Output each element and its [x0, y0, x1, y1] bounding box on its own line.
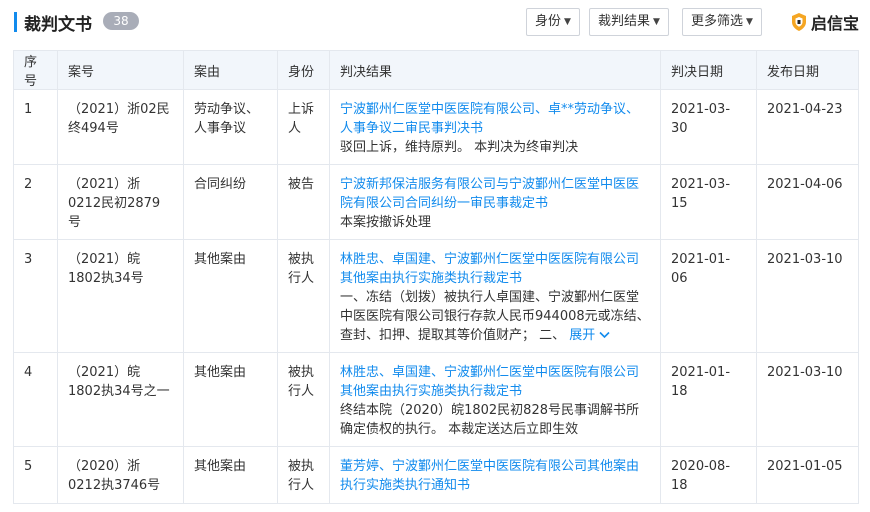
- cell-publish-date: 2021-01-05: [756, 446, 859, 504]
- filter-role-button[interactable]: 身份 ▼: [526, 8, 580, 36]
- result-desc: 本案按撤诉处理: [340, 215, 432, 230]
- cell-seq: 1: [13, 89, 58, 165]
- col-header-publish-date: 发布日期: [756, 50, 859, 90]
- shield-icon: [792, 13, 806, 31]
- result-title-link[interactable]: 董芳婷、宁波鄞州仁医堂中医医院有限公司其他案由执行实施类执行通知书: [340, 457, 650, 495]
- chevron-down-icon: [599, 331, 611, 339]
- cell-role: 被执行人: [277, 352, 330, 447]
- col-header-judgment-date: 判决日期: [660, 50, 757, 90]
- cell-judgment-date: 2020-08-18: [660, 446, 757, 504]
- cell-result: 宁波新邦保洁服务有限公司与宁波鄞州仁医堂中医医院有限公司合同纠纷一审民事裁定书 …: [329, 164, 661, 240]
- col-header-result: 判决结果: [329, 50, 661, 90]
- cell-cause: 其他案由: [183, 446, 278, 504]
- cell-seq: 2: [13, 164, 58, 240]
- expand-link[interactable]: 展开: [569, 328, 611, 343]
- cell-judgment-date: 2021-01-06: [660, 239, 757, 353]
- cell-result: 宁波鄞州仁医堂中医医院有限公司、卓**劳动争议、人事争议二审民事判决书 驳回上诉…: [329, 89, 661, 165]
- filter-more-button[interactable]: 更多筛选 ▼: [682, 8, 762, 36]
- cell-case-no: （2021）皖1802执34号: [57, 239, 184, 353]
- cell-case-no: （2020）浙0212执3746号: [57, 446, 184, 504]
- table-row: 3 （2021）皖1802执34号 其他案由 被执行人 林胜忠、卓国建、宁波鄞州…: [13, 239, 859, 353]
- cell-result: 林胜忠、卓国建、宁波鄞州仁医堂中医医院有限公司其他案由执行实施类执行裁定书 一、…: [329, 239, 661, 353]
- table-row: 4 （2021）皖1802执34号之一 其他案由 被执行人 林胜忠、卓国建、宁波…: [13, 352, 859, 447]
- cell-judgment-date: 2021-03-15: [660, 164, 757, 240]
- cell-seq: 5: [13, 446, 58, 504]
- table-row: 2 （2021）浙0212民初2879号 合同纠纷 被告 宁波新邦保洁服务有限公…: [13, 164, 859, 240]
- caret-down-icon: ▼: [653, 17, 660, 27]
- cell-judgment-date: 2021-01-18: [660, 352, 757, 447]
- table-row: 5 （2020）浙0212执3746号 其他案由 被执行人 董芳婷、宁波鄞州仁医…: [13, 446, 859, 504]
- cell-publish-date: 2021-03-10: [756, 352, 859, 447]
- cell-seq: 3: [13, 239, 58, 353]
- judgment-table: 序号 案号 案由 身份 判决结果 判决日期 发布日期 1 （2021）浙02民终…: [13, 50, 859, 504]
- brand-logo: 启信宝: [790, 10, 859, 34]
- cell-cause: 其他案由: [183, 352, 278, 447]
- cell-case-no: （2021）皖1802执34号之一: [57, 352, 184, 447]
- filter-result-button[interactable]: 裁判结果 ▼: [589, 8, 669, 36]
- caret-down-icon: ▼: [564, 17, 571, 27]
- cell-publish-date: 2021-04-23: [756, 89, 859, 165]
- cell-role: 被执行人: [277, 239, 330, 353]
- cell-role: 被执行人: [277, 446, 330, 504]
- cell-case-no: （2021）浙0212民初2879号: [57, 164, 184, 240]
- filter-more-label: 更多筛选: [691, 14, 744, 29]
- col-header-role: 身份: [277, 50, 330, 90]
- col-header-case-no: 案号: [57, 50, 184, 90]
- expand-label: 展开: [569, 328, 596, 343]
- cell-judgment-date: 2021-03-30: [660, 89, 757, 165]
- filter-role-label: 身份: [535, 14, 562, 29]
- result-title-link[interactable]: 林胜忠、卓国建、宁波鄞州仁医堂中医医院有限公司其他案由执行实施类执行裁定书: [340, 363, 650, 401]
- title-accent-bar: [14, 12, 17, 32]
- cell-result: 董芳婷、宁波鄞州仁医堂中医医院有限公司其他案由执行实施类执行通知书: [329, 446, 661, 504]
- cell-case-no: （2021）浙02民终494号: [57, 89, 184, 165]
- cell-publish-date: 2021-03-10: [756, 239, 859, 353]
- count-badge: 38: [103, 12, 139, 30]
- col-header-cause: 案由: [183, 50, 278, 90]
- cell-cause: 合同纠纷: [183, 164, 278, 240]
- section-title: 裁判文书: [24, 15, 92, 35]
- cell-cause: 其他案由: [183, 239, 278, 353]
- cell-cause: 劳动争议、人事争议: [183, 89, 278, 165]
- table-row: 1 （2021）浙02民终494号 劳动争议、人事争议 上诉人 宁波鄞州仁医堂中…: [13, 89, 859, 165]
- cell-publish-date: 2021-04-06: [756, 164, 859, 240]
- caret-down-icon: ▼: [746, 17, 753, 27]
- cell-result: 林胜忠、卓国建、宁波鄞州仁医堂中医医院有限公司其他案由执行实施类执行裁定书 终结…: [329, 352, 661, 447]
- brand-name: 启信宝: [811, 14, 860, 33]
- result-desc: 一、冻结（划拨）被执行人卓国建、宁波鄞州仁医堂中医医院有限公司银行存款人民币94…: [340, 288, 650, 345]
- cell-role: 被告: [277, 164, 330, 240]
- result-desc: 驳回上诉，维持原判。 本判决为终审判决: [340, 140, 579, 155]
- table-header-row: 序号 案号 案由 身份 判决结果 判决日期 发布日期: [13, 50, 859, 90]
- result-title-link[interactable]: 宁波新邦保洁服务有限公司与宁波鄞州仁医堂中医医院有限公司合同纠纷一审民事裁定书: [340, 175, 650, 213]
- cell-role: 上诉人: [277, 89, 330, 165]
- col-header-seq: 序号: [13, 50, 58, 90]
- result-title-link[interactable]: 林胜忠、卓国建、宁波鄞州仁医堂中医医院有限公司其他案由执行实施类执行裁定书: [340, 250, 650, 288]
- result-desc: 终结本院（2020）皖1802民初828号民事调解书所确定债权的执行。 本裁定送…: [340, 403, 639, 437]
- filter-result-label: 裁判结果: [598, 14, 651, 29]
- result-title-link[interactable]: 宁波鄞州仁医堂中医医院有限公司、卓**劳动争议、人事争议二审民事判决书: [340, 100, 650, 138]
- cell-seq: 4: [13, 352, 58, 447]
- section-header: 裁判文书 38 身份 ▼ 裁判结果 ▼ 更多筛选 ▼ 启信宝: [0, 0, 870, 44]
